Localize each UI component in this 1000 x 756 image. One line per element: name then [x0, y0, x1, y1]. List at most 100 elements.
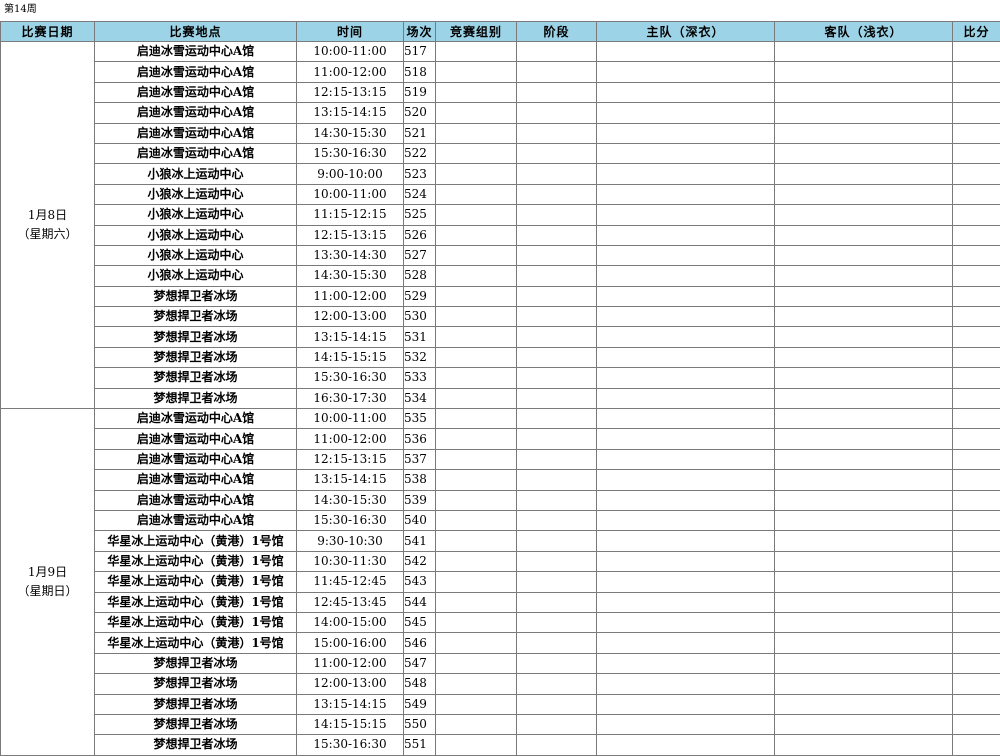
- time-cell[interactable]: 14:15-15:15: [296, 346, 404, 369]
- home-team-cell[interactable]: [596, 652, 775, 675]
- division-cell[interactable]: [435, 632, 517, 654]
- division-cell[interactable]: [435, 306, 517, 328]
- division-cell[interactable]: [435, 713, 517, 736]
- away-team-cell[interactable]: [774, 713, 953, 736]
- match-number-cell[interactable]: 538: [403, 469, 436, 491]
- match-number-cell[interactable]: 533: [403, 367, 436, 389]
- match-number-cell[interactable]: 519: [403, 81, 436, 104]
- time-cell[interactable]: 9:00-10:00: [296, 163, 404, 185]
- stage-cell[interactable]: [516, 102, 597, 124]
- stage-cell[interactable]: [516, 509, 597, 532]
- time-cell[interactable]: 15:00-16:00: [296, 632, 404, 654]
- score-cell[interactable]: [952, 367, 1000, 389]
- division-cell[interactable]: [435, 489, 517, 511]
- match-number-cell[interactable]: 545: [403, 611, 436, 634]
- stage-cell[interactable]: [516, 387, 597, 410]
- venue-cell[interactable]: 启迪冰雪运动中心A馆: [94, 81, 297, 104]
- venue-cell[interactable]: 梦想捍卫者冰场: [94, 367, 297, 389]
- home-team-cell[interactable]: [596, 571, 775, 593]
- division-cell[interactable]: [435, 591, 517, 613]
- home-team-cell[interactable]: [596, 387, 775, 410]
- home-team-cell[interactable]: [596, 632, 775, 654]
- away-team-cell[interactable]: [774, 306, 953, 328]
- match-number-cell[interactable]: 547: [403, 652, 436, 675]
- match-number-cell[interactable]: 532: [403, 346, 436, 369]
- stage-cell[interactable]: [516, 713, 597, 736]
- away-team-cell[interactable]: [774, 632, 953, 654]
- time-cell[interactable]: 15:30-16:30: [296, 142, 404, 165]
- away-team-cell[interactable]: [774, 61, 953, 83]
- division-cell[interactable]: [435, 448, 517, 471]
- stage-cell[interactable]: [516, 367, 597, 389]
- header-score[interactable]: 比分: [952, 21, 1000, 42]
- home-team-cell[interactable]: [596, 102, 775, 124]
- home-team-cell[interactable]: [596, 734, 775, 756]
- time-cell[interactable]: 13:15-14:15: [296, 469, 404, 491]
- away-team-cell[interactable]: [774, 346, 953, 369]
- venue-cell[interactable]: 梦想捍卫者冰场: [94, 387, 297, 410]
- home-team-cell[interactable]: [596, 183, 775, 206]
- division-cell[interactable]: [435, 204, 517, 226]
- away-team-cell[interactable]: [774, 142, 953, 165]
- stage-cell[interactable]: [516, 530, 597, 552]
- score-cell[interactable]: [952, 265, 1000, 287]
- header-stage[interactable]: 阶段: [516, 21, 597, 42]
- time-cell[interactable]: 13:15-14:15: [296, 102, 404, 124]
- away-team-cell[interactable]: [774, 408, 953, 430]
- venue-cell[interactable]: 华星冰上运动中心（黄港）1号馆: [94, 591, 297, 613]
- venue-cell[interactable]: 小狼冰上运动中心: [94, 183, 297, 206]
- score-cell[interactable]: [952, 591, 1000, 613]
- away-team-cell[interactable]: [774, 40, 953, 63]
- time-cell[interactable]: 12:45-13:45: [296, 591, 404, 613]
- header-venue[interactable]: 比赛地点: [94, 21, 297, 42]
- venue-cell[interactable]: 启迪冰雪运动中心A馆: [94, 40, 297, 63]
- time-cell[interactable]: 10:30-11:30: [296, 550, 404, 573]
- home-team-cell[interactable]: [596, 509, 775, 532]
- match-number-cell[interactable]: 551: [403, 734, 436, 756]
- division-cell[interactable]: [435, 550, 517, 573]
- venue-cell[interactable]: 小狼冰上运动中心: [94, 204, 297, 226]
- stage-cell[interactable]: [516, 163, 597, 185]
- stage-cell[interactable]: [516, 693, 597, 715]
- score-cell[interactable]: [952, 509, 1000, 532]
- division-cell[interactable]: [435, 142, 517, 165]
- stage-cell[interactable]: [516, 306, 597, 328]
- time-cell[interactable]: 16:30-17:30: [296, 387, 404, 410]
- stage-cell[interactable]: [516, 81, 597, 104]
- division-cell[interactable]: [435, 530, 517, 552]
- stage-cell[interactable]: [516, 734, 597, 756]
- venue-cell[interactable]: 梦想捍卫者冰场: [94, 306, 297, 328]
- stage-cell[interactable]: [516, 489, 597, 511]
- away-team-cell[interactable]: [774, 469, 953, 491]
- score-cell[interactable]: [952, 489, 1000, 511]
- away-team-cell[interactable]: [774, 530, 953, 552]
- home-team-cell[interactable]: [596, 40, 775, 63]
- match-number-cell[interactable]: 535: [403, 408, 436, 430]
- venue-cell[interactable]: 梦想捍卫者冰场: [94, 713, 297, 736]
- time-cell[interactable]: 12:00-13:00: [296, 306, 404, 328]
- match-number-cell[interactable]: 543: [403, 571, 436, 593]
- venue-cell[interactable]: 启迪冰雪运动中心A馆: [94, 509, 297, 532]
- stage-cell[interactable]: [516, 673, 597, 695]
- score-cell[interactable]: [952, 713, 1000, 736]
- stage-cell[interactable]: [516, 224, 597, 246]
- stage-cell[interactable]: [516, 61, 597, 83]
- time-cell[interactable]: 11:00-12:00: [296, 61, 404, 83]
- home-team-cell[interactable]: [596, 204, 775, 226]
- venue-cell[interactable]: 启迪冰雪运动中心A馆: [94, 408, 297, 430]
- away-team-cell[interactable]: [774, 102, 953, 124]
- match-number-cell[interactable]: 526: [403, 224, 436, 246]
- score-cell[interactable]: [952, 224, 1000, 246]
- division-cell[interactable]: [435, 102, 517, 124]
- home-team-cell[interactable]: [596, 713, 775, 736]
- division-cell[interactable]: [435, 122, 517, 144]
- venue-cell[interactable]: 华星冰上运动中心（黄港）1号馆: [94, 550, 297, 573]
- stage-cell[interactable]: [516, 326, 597, 348]
- score-cell[interactable]: [952, 346, 1000, 369]
- division-cell[interactable]: [435, 244, 517, 267]
- stage-cell[interactable]: [516, 571, 597, 593]
- away-team-cell[interactable]: [774, 734, 953, 756]
- division-cell[interactable]: [435, 408, 517, 430]
- division-cell[interactable]: [435, 40, 517, 63]
- division-cell[interactable]: [435, 163, 517, 185]
